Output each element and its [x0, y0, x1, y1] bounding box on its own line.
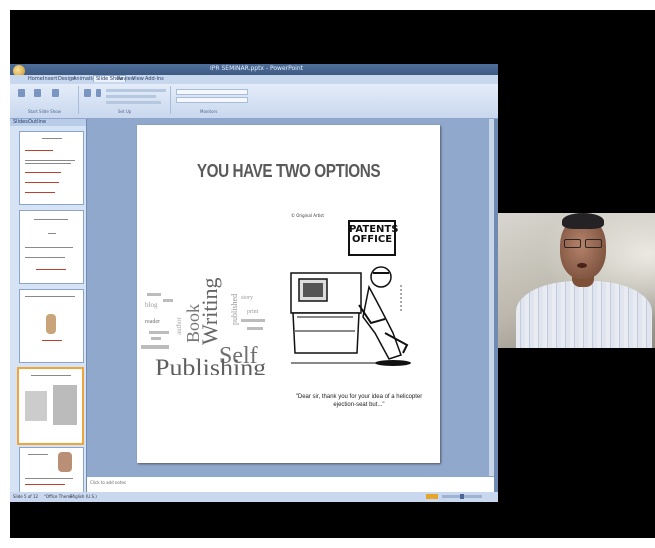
group-label-setup: Set Up: [118, 109, 132, 114]
tab-slides[interactable]: Slides: [13, 119, 28, 125]
ribbon-group-start-slide-show: Start Slide Show: [12, 86, 79, 114]
slide-thumbnail[interactable]: [19, 131, 84, 205]
sign-line-office: OFFICE: [351, 234, 393, 245]
notes-placeholder: Click to add notes: [90, 480, 126, 485]
slide-thumbnail[interactable]: [19, 289, 84, 363]
tab-view[interactable]: View: [132, 76, 144, 82]
group-label-monitors: Monitors: [200, 109, 218, 114]
slides-pane: Slides Outline: [10, 119, 86, 495]
zoom-slider[interactable]: [442, 494, 482, 499]
wordcloud-word-published: published: [230, 294, 239, 325]
slide-thumbnail[interactable]: [19, 210, 84, 284]
window-title: IPR SEMINAR.pptx - PowerPoint: [210, 65, 304, 72]
use-timings-option[interactable]: [106, 101, 161, 104]
set-up-show-icon[interactable]: [84, 89, 91, 97]
slide-title: YOU HAVE TWO OPTIONS: [196, 161, 381, 181]
wordcloud-word-story: story: [241, 295, 253, 301]
current-slide[interactable]: YOU HAVE TWO OPTIONS reader blog print s…: [137, 125, 440, 463]
cartoon-caption: "Dear sir, thank you for your idea of a …: [295, 394, 423, 408]
vertical-scrollbar[interactable]: [489, 119, 494, 476]
wordcloud-word-blog: blog: [145, 301, 158, 309]
tab-outline[interactable]: Outline: [28, 119, 46, 125]
thumbnail-list: [14, 127, 86, 493]
resolution-select[interactable]: [176, 89, 248, 95]
zoom-slider-thumb[interactable]: [460, 494, 464, 499]
ribbon-group-monitors: Monitors: [172, 86, 252, 114]
wordcloud-word-publishing: Publishing: [155, 355, 267, 375]
webcam-feed: [498, 213, 655, 348]
wordcloud-word-book: Book: [183, 304, 203, 343]
powerpoint-window: IPR SEMINAR.pptx - PowerPoint Home Inser…: [10, 64, 498, 502]
title-bar: IPR SEMINAR.pptx - PowerPoint: [10, 64, 498, 77]
slide-editor: YOU HAVE TWO OPTIONS reader blog print s…: [87, 119, 494, 476]
language: English (U.S.): [70, 494, 97, 499]
ribbon: Start Slide Show Set Up Monitors: [10, 84, 498, 119]
screen: IPR SEMINAR.pptx - PowerPoint Home Inser…: [0, 0, 655, 548]
slide-thumbnail[interactable]: [19, 447, 84, 493]
ribbon-tabs: Home Insert Design Animations Slide Show…: [10, 75, 498, 84]
patents-office-cartoon: © Original Artist PATENTS OFFICE: [289, 213, 419, 373]
normal-view-icon[interactable]: [426, 494, 438, 499]
slide-thumbnail-selected[interactable]: [17, 367, 84, 445]
tab-add-ins[interactable]: Add-Ins: [145, 76, 164, 82]
presenter-shirt: [516, 281, 652, 348]
rehearse-timings-option[interactable]: [106, 95, 156, 98]
tab-home[interactable]: Home: [28, 76, 43, 82]
show-on-select[interactable]: [176, 97, 248, 103]
custom-show-icon[interactable]: [52, 89, 59, 97]
wordcloud-word-print: print: [247, 309, 259, 315]
wordcloud-word-reader: reader: [145, 319, 160, 325]
cartoon-sign: PATENTS OFFICE: [349, 225, 398, 245]
slide-counter: Slide 5 of 12: [13, 494, 39, 499]
group-label-start: Start Slide Show: [28, 109, 61, 114]
word-cloud-image: reader blog print story Writing Book pub…: [141, 277, 267, 375]
notes-pane[interactable]: Click to add notes: [87, 476, 494, 492]
tab-insert[interactable]: Insert: [43, 76, 57, 82]
glasses-icon: [564, 239, 602, 248]
hide-slide-icon[interactable]: [96, 89, 101, 97]
from-current-slide-icon[interactable]: [34, 89, 41, 97]
pane-tabs: Slides Outline: [10, 119, 86, 126]
ribbon-group-set-up: Set Up: [80, 86, 171, 114]
wordcloud-word-author: author: [175, 316, 183, 335]
cartoon-copyright: © Original Artist: [291, 213, 324, 218]
status-bar: Slide 5 of 12 "Office Theme" English (U.…: [10, 492, 498, 502]
from-beginning-icon[interactable]: [18, 89, 25, 97]
record-narration-option[interactable]: [106, 89, 166, 92]
